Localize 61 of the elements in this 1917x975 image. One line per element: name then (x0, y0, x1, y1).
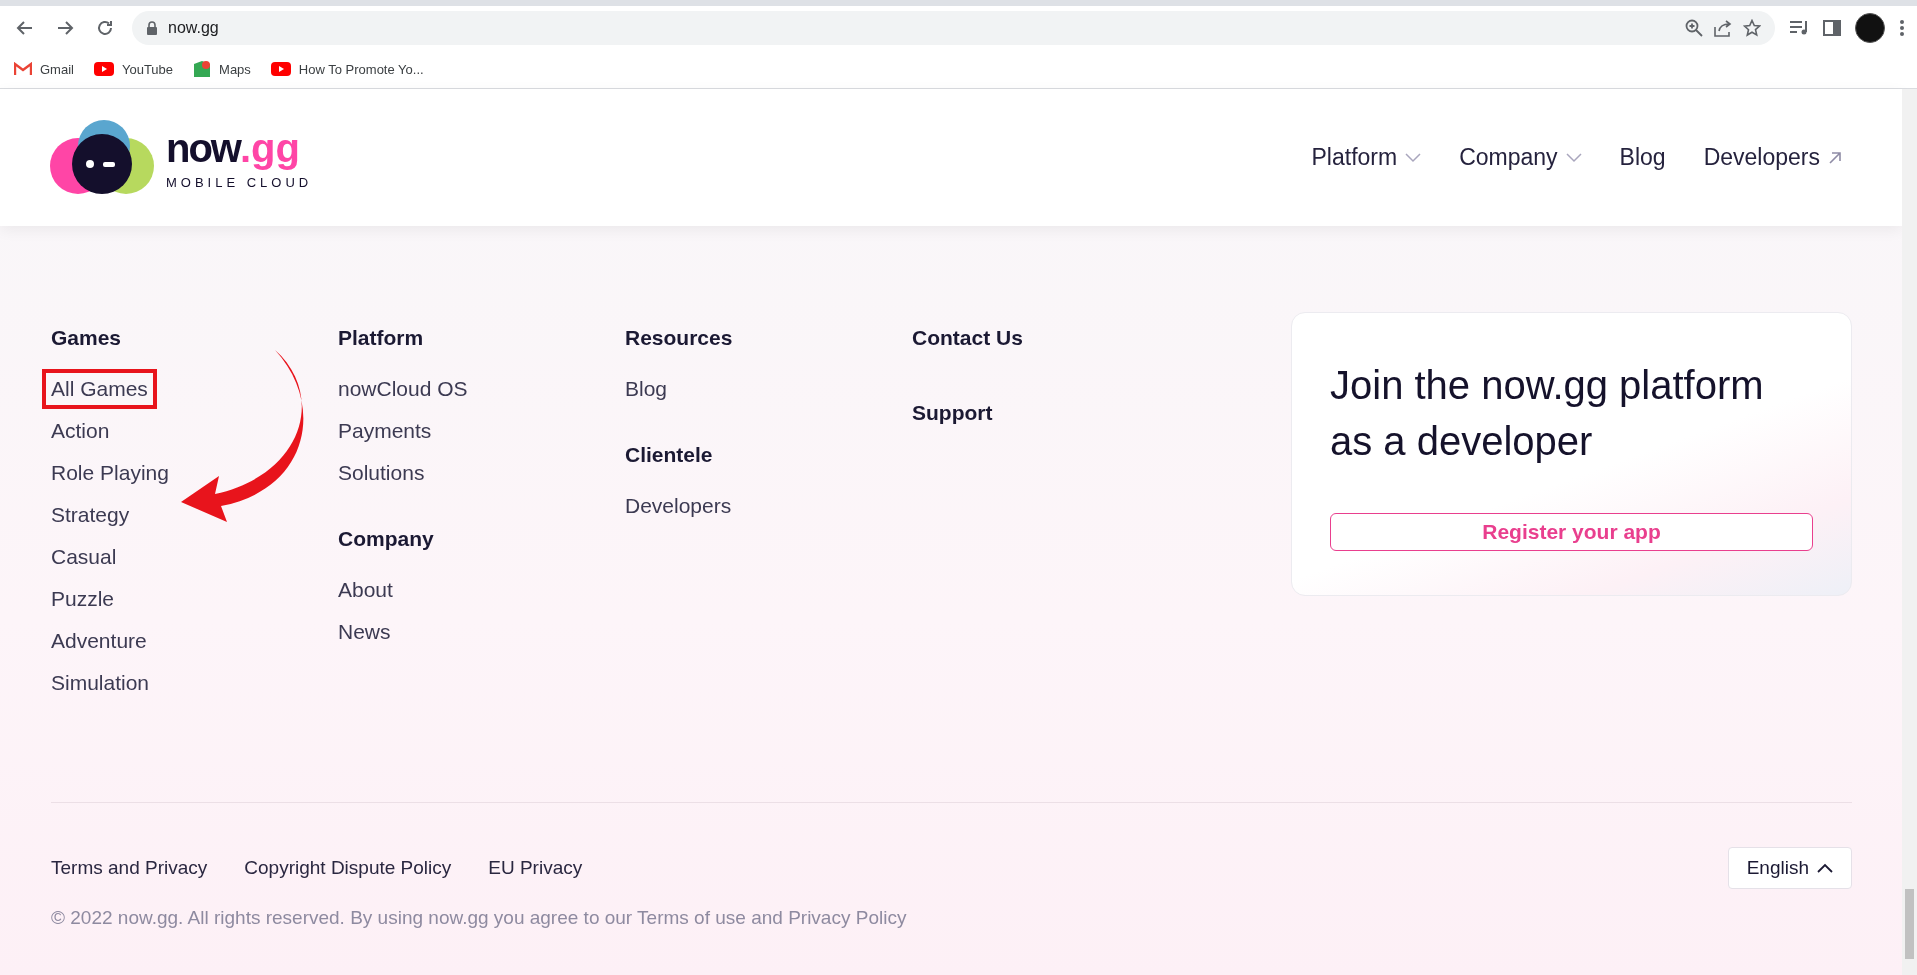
zoom-icon[interactable] (1685, 19, 1703, 37)
copyright-text: © 2022 now.gg. All rights reserved. By using now.gg you agree to our Terms of use and Privacy Policy (50, 906, 908, 930)
footer-link[interactable]: Role Playing (42, 453, 178, 493)
star-icon[interactable] (1743, 19, 1761, 37)
nav-link[interactable]: Platform (1311, 144, 1422, 171)
footer-link[interactable]: Adventure (42, 621, 156, 661)
external-arrow-icon (1828, 150, 1842, 165)
footer-link[interactable]: Payments (329, 411, 441, 451)
footer-link[interactable]: Strategy (42, 495, 139, 535)
bookmark-link[interactable]: YouTube (93, 61, 174, 77)
reload-icon (96, 19, 114, 37)
chevron-down-icon (1405, 152, 1422, 163)
nav-link[interactable]: Developers (1703, 144, 1842, 171)
column-heading: Clientele (625, 443, 714, 467)
side-panel-icon[interactable] (1823, 20, 1841, 36)
map-pin-icon (193, 60, 212, 78)
chevron-down-icon (1565, 152, 1582, 163)
footer-bottom-link[interactable]: Copyright Dispute Policy (244, 857, 452, 879)
footer-link[interactable]: Puzzle (42, 579, 124, 619)
forward-arrow-icon (56, 19, 74, 37)
chevron-up-icon (1817, 863, 1833, 873)
nav-link[interactable]: Company (1459, 144, 1582, 171)
footer-link[interactable]: Simulation (42, 663, 159, 703)
footer-bottom-link[interactable]: EU Privacy (488, 857, 583, 879)
footer-link[interactable]: Blog (616, 369, 677, 409)
footer-link[interactable]: About (329, 570, 402, 610)
language-selector[interactable]: English (1727, 847, 1852, 889)
column-heading: Contact Us (912, 326, 1024, 350)
footer-link[interactable]: Action (42, 411, 119, 451)
profile-avatar[interactable] (1855, 13, 1885, 43)
address-bar[interactable]: now.gg (132, 11, 1775, 45)
back-arrow-icon (16, 19, 34, 37)
column-heading: Platform (338, 326, 425, 350)
share-icon[interactable] (1713, 19, 1733, 37)
column-heading: Games (51, 326, 123, 350)
mail-icon (14, 62, 32, 76)
bookmark-link[interactable]: Gmail (14, 61, 74, 77)
column-heading: Support (912, 401, 994, 425)
footer-link[interactable]: Casual (42, 537, 126, 577)
lock-icon (146, 21, 158, 35)
scrollbar-thumb[interactable] (1905, 889, 1914, 959)
nav-link[interactable]: Blog (1619, 144, 1666, 171)
footer-link[interactable]: Solutions (329, 453, 434, 493)
card-title: Join the now.gg platform as a developer (1330, 362, 1765, 465)
logo-wordmark: now.gg (166, 125, 301, 171)
footer-link[interactable]: nowCloud OS (329, 369, 477, 409)
logo-tagline: MOBILE CLOUD (166, 175, 313, 190)
footer-link[interactable]: All Games (42, 369, 157, 409)
play-icon (270, 62, 291, 76)
footer-link[interactable]: News (329, 612, 400, 652)
footer-bottom-link[interactable]: Terms and Privacy (51, 857, 208, 879)
menu-icon[interactable] (1899, 19, 1905, 37)
footer-link[interactable]: Developers (616, 486, 741, 526)
url-text: now.gg (168, 19, 220, 37)
media-icon[interactable] (1789, 20, 1809, 36)
column-heading: Company (338, 527, 435, 551)
column-heading: Resources (625, 326, 734, 350)
bookmark-link[interactable]: Maps (193, 60, 251, 78)
bookmark-link[interactable]: How To Promote Yo... (270, 61, 424, 77)
play-icon (93, 62, 114, 76)
register-button[interactable]: Register your app (1330, 513, 1813, 551)
